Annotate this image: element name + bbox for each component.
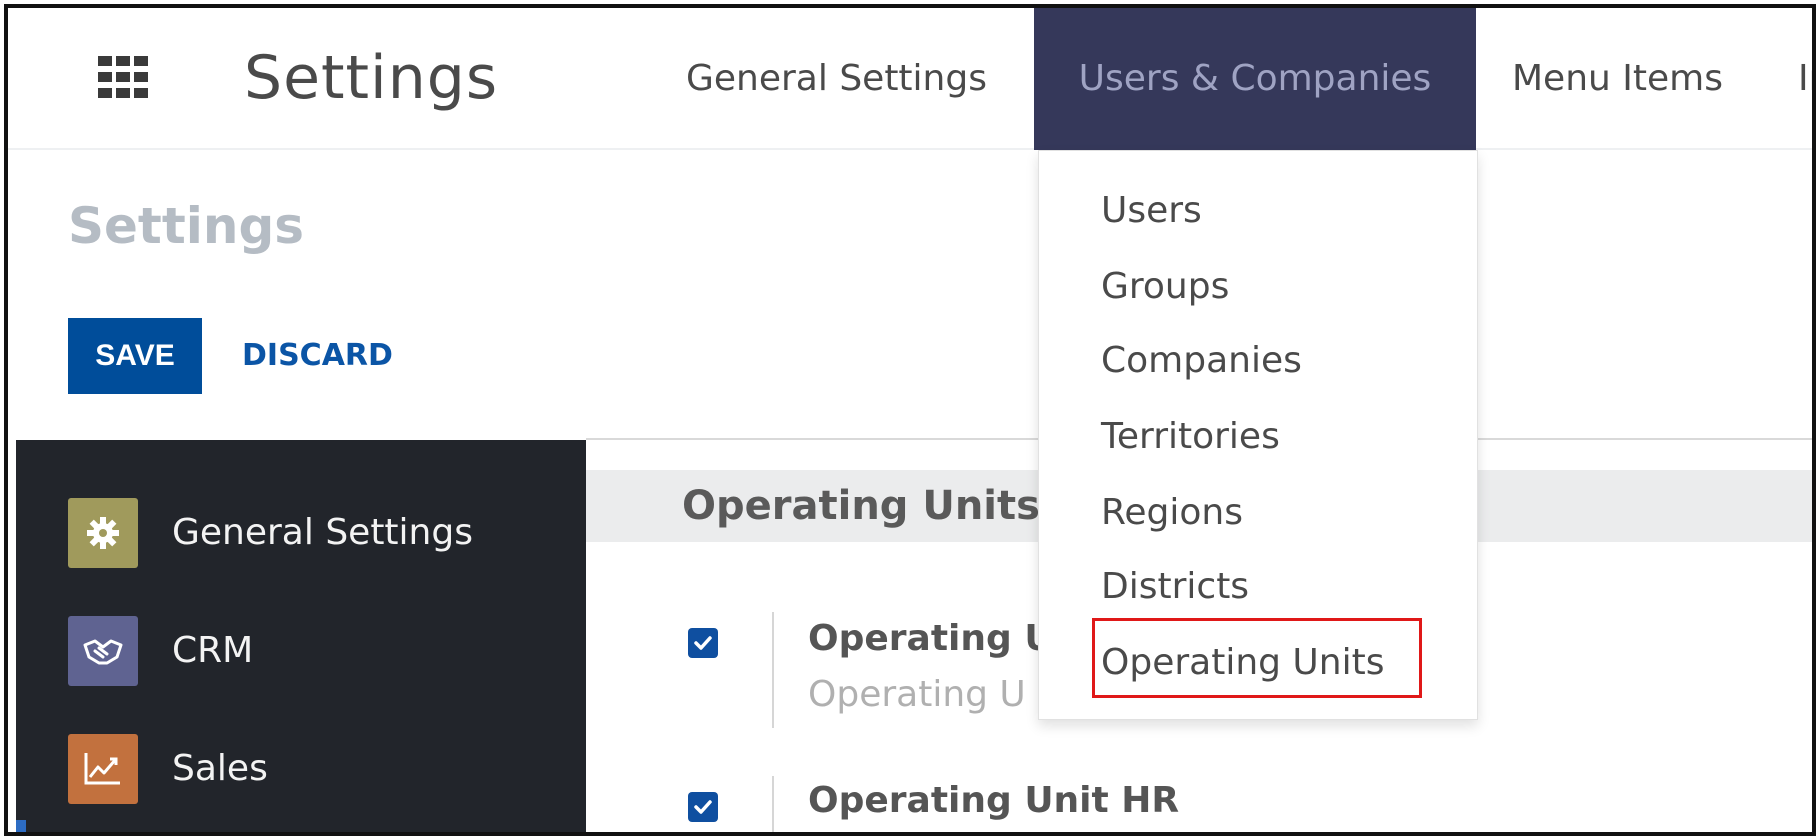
menu-item-companies[interactable]: Companies bbox=[1101, 337, 1302, 385]
grid-icon[interactable] bbox=[98, 56, 162, 100]
save-button[interactable]: SAVE bbox=[68, 318, 202, 394]
tab-users-companies[interactable]: Users & Companies bbox=[1034, 8, 1476, 150]
menu-item-groups[interactable]: Groups bbox=[1101, 263, 1229, 311]
menu-item-districts[interactable]: Districts bbox=[1101, 563, 1249, 611]
app-brand-title[interactable]: Settings bbox=[244, 42, 498, 114]
sidebar-item-general-settings[interactable]: General Settings bbox=[16, 486, 586, 586]
chart-up-icon bbox=[68, 734, 138, 804]
sidebar-item-crm[interactable]: CRM bbox=[16, 604, 586, 704]
section-title: Operating Units bbox=[682, 483, 1040, 529]
page-title: Settings bbox=[68, 197, 305, 255]
menu-item-users[interactable]: Users bbox=[1101, 187, 1202, 235]
tab-general-settings[interactable]: General Settings bbox=[656, 8, 1017, 150]
gear-icon bbox=[68, 498, 138, 568]
menu-item-territories[interactable]: Territories bbox=[1101, 413, 1280, 461]
tab-menu-items[interactable]: Menu Items bbox=[1482, 8, 1753, 150]
operating-unit-checkbox[interactable] bbox=[688, 628, 718, 658]
screenshot-frame: Settings General Settings Users & Compan… bbox=[4, 4, 1816, 836]
top-navbar: Settings General Settings Users & Compan… bbox=[8, 8, 1812, 150]
menu-item-regions[interactable]: Regions bbox=[1101, 489, 1243, 537]
setting-divider bbox=[772, 612, 774, 728]
setting-divider bbox=[772, 776, 774, 832]
menu-item-operating-units[interactable]: Operating Units bbox=[1101, 639, 1384, 687]
operating-unit-hr-checkbox[interactable] bbox=[688, 792, 718, 822]
sidebar-item-label: General Settings bbox=[172, 512, 473, 553]
sidebar-scroll-indicator bbox=[16, 820, 26, 832]
setting-title: Operating U bbox=[808, 618, 1054, 659]
sidebar-item-sales[interactable]: Sales bbox=[16, 722, 586, 822]
sidebar-item-label: Sales bbox=[172, 748, 268, 789]
users-companies-dropdown: Users Groups Companies Territories Regio… bbox=[1038, 150, 1478, 720]
discard-button[interactable]: DISCARD bbox=[232, 318, 403, 394]
setting-description: Operating U bbox=[808, 674, 1026, 715]
tab-more-truncated[interactable]: In bbox=[1768, 8, 1812, 150]
handshake-icon bbox=[68, 616, 138, 686]
settings-sidebar: General Settings CRM Sales bbox=[16, 440, 586, 832]
setting-title: Operating Unit HR bbox=[808, 780, 1180, 821]
sidebar-item-label: CRM bbox=[172, 630, 254, 671]
